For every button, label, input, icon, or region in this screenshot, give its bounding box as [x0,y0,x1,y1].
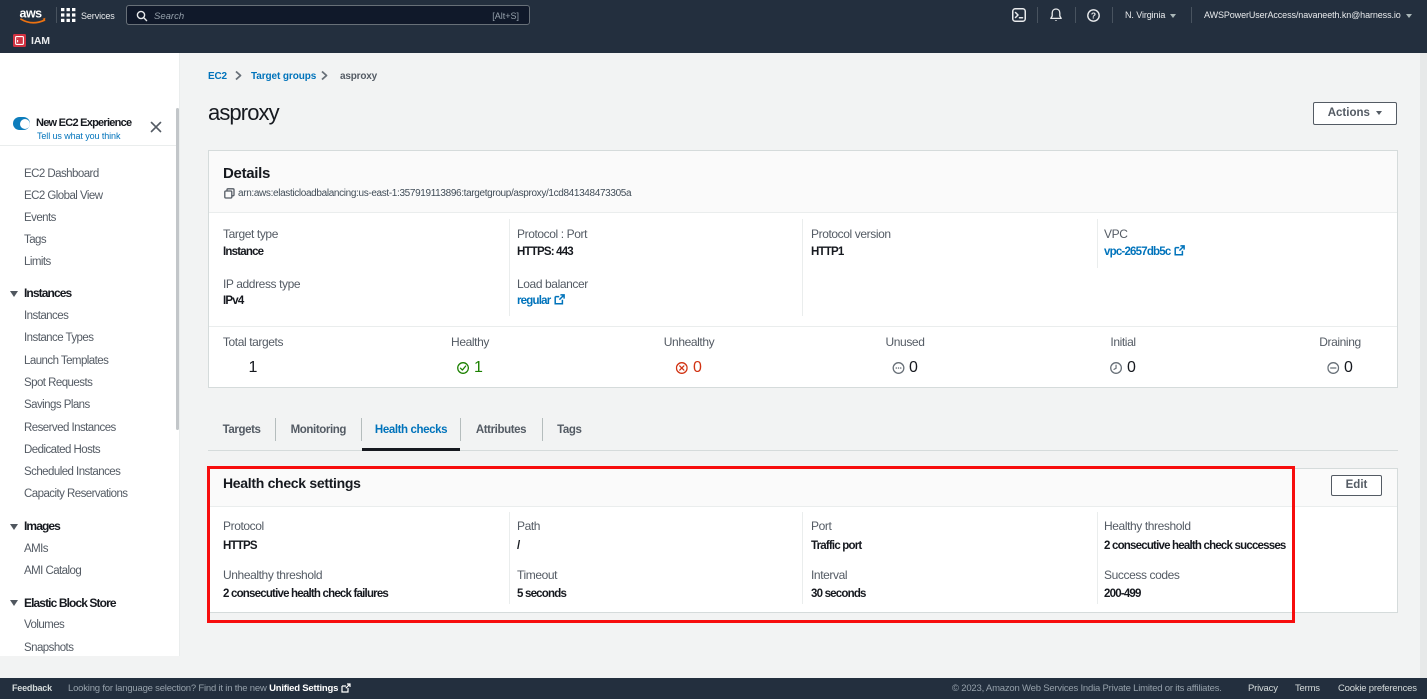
svg-text:aws: aws [20,7,43,21]
svg-text:?: ? [1091,10,1096,20]
